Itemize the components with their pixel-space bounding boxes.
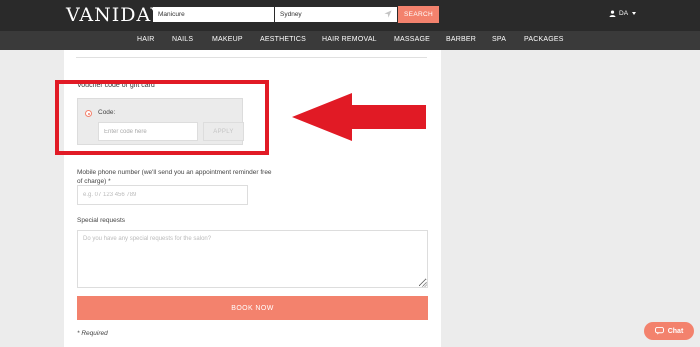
service-search-input[interactable] (153, 7, 274, 22)
user-initials: DA (619, 10, 629, 17)
search-button[interactable]: SEARCH (398, 6, 439, 23)
nav-item-spa[interactable]: SPA (492, 36, 506, 43)
location-search-input[interactable] (275, 7, 397, 22)
nav-item-barber[interactable]: BARBER (446, 36, 476, 43)
phone-input[interactable] (77, 185, 248, 205)
required-note: * Required (77, 330, 108, 337)
logo-text: VANIDAY (66, 4, 162, 26)
nav-item-massage[interactable]: MASSAGE (394, 36, 430, 43)
special-requests-textarea[interactable] (77, 230, 428, 288)
chat-bubble-icon (654, 327, 664, 335)
nav-item-makeup[interactable]: MAKEUP (212, 36, 243, 43)
location-arrow-icon[interactable] (384, 10, 392, 18)
top-bar: VANIDAY. SEARCH DA (0, 0, 700, 31)
chat-label: Chat (667, 327, 684, 335)
chat-button[interactable]: Chat (644, 322, 694, 340)
category-nav: HAIR NAILS MAKEUP AESTHETICS HAIR REMOVA… (0, 31, 700, 50)
caret-down-icon (632, 12, 637, 15)
resize-handle-icon[interactable] (421, 281, 427, 287)
nav-item-nails[interactable]: NAILS (172, 36, 193, 43)
nav-item-hair-removal[interactable]: HAIR REMOVAL (322, 36, 377, 43)
user-icon (609, 10, 616, 17)
phone-field-label: Mobile phone number (we'll send you an a… (77, 169, 272, 185)
book-now-button[interactable]: BOOK NOW (77, 296, 428, 320)
nav-item-hair[interactable]: HAIR (137, 36, 155, 43)
red-arrow-annotation (292, 93, 426, 141)
nav-item-aesthetics[interactable]: AESTHETICS (260, 36, 306, 43)
user-menu[interactable]: DA (609, 10, 637, 17)
special-requests-label: Special requests (77, 217, 126, 224)
nav-item-packages[interactable]: PACKAGES (524, 36, 564, 43)
highlight-frame (55, 80, 269, 155)
section-divider (76, 57, 427, 58)
